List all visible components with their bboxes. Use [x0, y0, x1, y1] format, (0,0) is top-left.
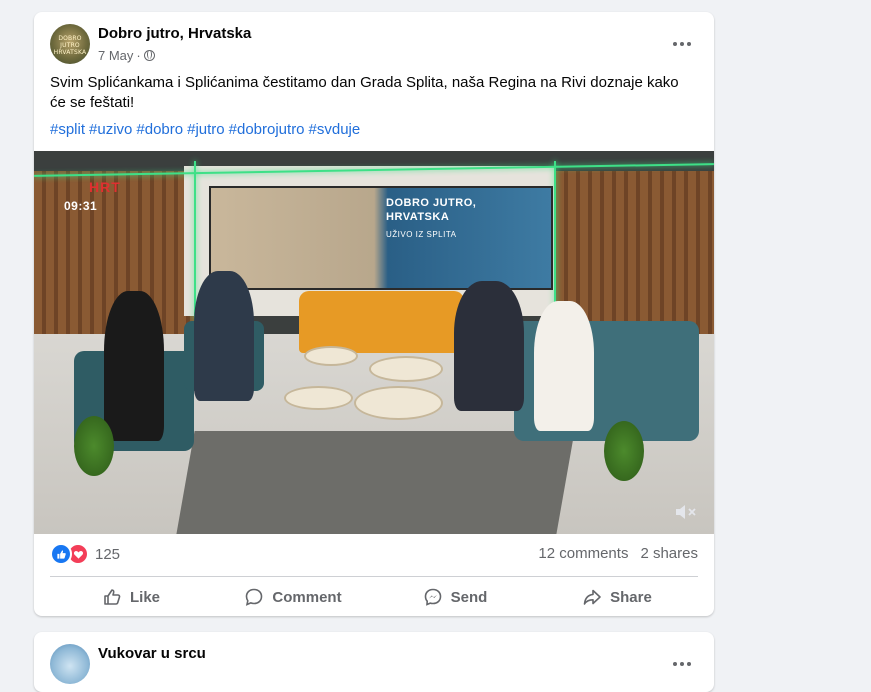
- coffee-table: [304, 346, 358, 366]
- video-player[interactable]: DOBRO JUTRO, HRVATSKA UŽIVO IZ SPLITA HR…: [34, 151, 714, 534]
- hashtag-link[interactable]: #uzivo: [89, 121, 132, 138]
- page-avatar[interactable]: DOBRO JUTRO HRVATSKA: [50, 24, 90, 64]
- post-header: DOBRO JUTRO HRVATSKA Dobro jutro, Hrvats…: [50, 24, 698, 68]
- page-name-link[interactable]: Vukovar u srcu: [98, 645, 206, 662]
- dot-icon: [687, 42, 691, 46]
- like-button[interactable]: Like: [50, 580, 212, 614]
- post-meta: 7 May ·: [98, 48, 155, 63]
- messenger-icon: [424, 588, 441, 606]
- broadcast-clock: 09:31: [64, 199, 98, 213]
- share-count-link[interactable]: 2 shares: [640, 545, 698, 562]
- comment-bubble-icon: [246, 588, 263, 606]
- channel-logo-text: HRT: [89, 179, 121, 195]
- dot-icon: [687, 662, 691, 666]
- neon-light: [554, 161, 556, 321]
- dot-icon: [680, 662, 684, 666]
- hashtag-link[interactable]: #split: [50, 121, 85, 138]
- dot-icon: [673, 42, 677, 46]
- guest-figure: [104, 291, 164, 441]
- hashtag-link[interactable]: #jutro: [187, 121, 225, 138]
- engagement-stats: 12 comments 2 shares: [538, 545, 698, 562]
- globe-icon: [143, 50, 155, 61]
- post-date[interactable]: 7 May: [98, 48, 133, 63]
- share-button[interactable]: Share: [536, 580, 698, 614]
- share-arrow-icon: [583, 589, 601, 605]
- hashtag-link[interactable]: #dobrojutro: [229, 121, 305, 138]
- post-header: Vukovar u srcu: [50, 644, 698, 688]
- plant: [604, 421, 644, 481]
- coffee-table: [284, 386, 353, 410]
- post-text: Svim Splićankama i Splićanima čestitamo …: [50, 74, 679, 111]
- avatar-logo-text: DOBRO JUTRO HRVATSKA: [53, 35, 87, 56]
- neon-light: [194, 161, 196, 321]
- more-options-button[interactable]: [666, 32, 698, 56]
- screen-title-line: HRVATSKA: [386, 211, 450, 223]
- screen-subtitle: UŽIVO IZ SPLITA: [386, 230, 457, 239]
- dot-icon: [680, 42, 684, 46]
- action-bar: Like Comment Send Share: [50, 580, 698, 614]
- reaction-summary[interactable]: 125: [50, 543, 120, 565]
- more-options-button[interactable]: [666, 652, 698, 676]
- page-avatar[interactable]: [50, 644, 90, 684]
- screen-title: DOBRO JUTRO, HRVATSKA: [386, 196, 476, 224]
- studio-screen: [209, 186, 553, 290]
- thumbs-up-icon: [104, 589, 121, 605]
- volume-muted-icon[interactable]: [674, 502, 698, 522]
- post-card: Vukovar u srcu: [34, 632, 714, 692]
- divider: [50, 576, 698, 577]
- host-figure: [534, 301, 594, 431]
- screen-title-line: DOBRO JUTRO,: [386, 197, 477, 209]
- channel-logo: HRT: [89, 179, 121, 195]
- send-label: Send: [450, 588, 488, 606]
- comment-button[interactable]: Comment: [212, 580, 374, 614]
- like-label: Like: [129, 588, 160, 606]
- post-card: DOBRO JUTRO HRVATSKA Dobro jutro, Hrvats…: [34, 12, 714, 616]
- comment-count-link[interactable]: 12 comments: [538, 545, 628, 562]
- meta-separator: ·: [136, 48, 141, 63]
- dot-icon: [673, 662, 677, 666]
- coffee-table: [369, 356, 443, 382]
- coffee-table: [354, 386, 443, 420]
- reaction-count: 125: [95, 545, 121, 563]
- like-reaction-icon: [50, 543, 72, 565]
- plant: [74, 416, 114, 476]
- hashtag-link[interactable]: #svduje: [309, 121, 361, 138]
- orange-sofa: [299, 291, 464, 353]
- host-figure: [454, 281, 524, 411]
- comment-label: Comment: [272, 588, 342, 606]
- share-label: Share: [610, 588, 652, 606]
- hashtag-list: #split #uzivo #dobro #jutro #dobrojutro #svdu…: [50, 120, 364, 140]
- studio-rug: [173, 431, 575, 534]
- page-name-link[interactable]: Dobro jutro, Hrvatska: [98, 25, 251, 42]
- send-button[interactable]: Send: [374, 580, 536, 614]
- guest-figure: [194, 271, 254, 401]
- hashtag-link[interactable]: #dobro: [136, 121, 183, 138]
